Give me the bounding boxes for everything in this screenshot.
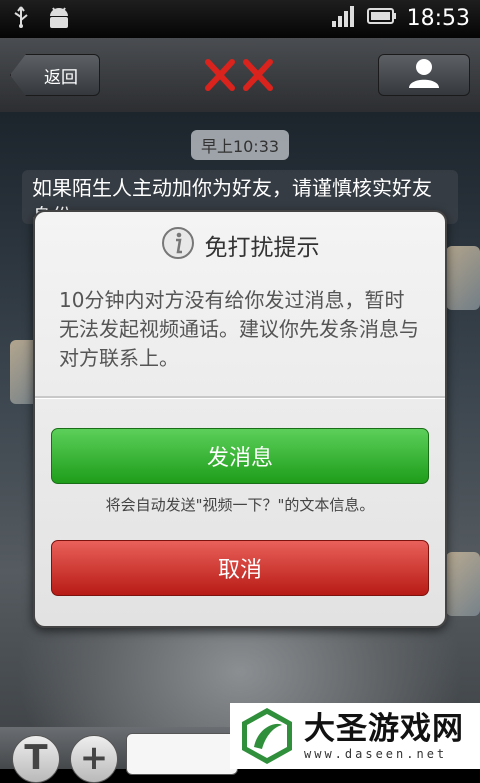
- watermark: 大圣游戏网 www.daseen.net: [230, 703, 480, 769]
- send-hint: 将会自动发送"视频一下？"的文本信息。: [105, 496, 375, 514]
- dialog-title: 免打扰提示: [204, 235, 320, 261]
- plus-icon[interactable]: +: [70, 735, 118, 783]
- person-icon: [407, 57, 441, 93]
- send-message-button[interactable]: 发消息: [51, 428, 429, 484]
- watermark-name: 大圣游戏网: [304, 711, 464, 747]
- status-bar: 18:53: [0, 0, 480, 38]
- watermark-logo-icon: [236, 705, 298, 767]
- profile-button[interactable]: [378, 54, 470, 96]
- battery-icon: [366, 6, 397, 30]
- avatar[interactable]: [446, 552, 480, 616]
- dialog-message: 10分钟内对方没有给你发过消息，暂时无法发起视频通话。建议你先发条消息与对方联系…: [59, 288, 419, 370]
- cancel-button[interactable]: 取消: [51, 540, 429, 596]
- watermark-url: www.daseen.net: [304, 747, 448, 761]
- info-icon: [161, 226, 195, 264]
- do-not-disturb-dialog: 免打扰提示 10分钟内对方没有给你发过消息，暂时无法发起视频通话。建议你先发条消…: [33, 210, 447, 628]
- usb-icon: [12, 5, 30, 37]
- message-timestamp: 早上10:33: [191, 130, 289, 160]
- title-bar: 返回: [0, 38, 480, 113]
- text-toggle-icon[interactable]: T: [12, 735, 60, 783]
- contact-name: [200, 50, 280, 100]
- back-button[interactable]: 返回: [10, 54, 100, 96]
- android-icon: [46, 7, 72, 35]
- signal-icon: [331, 4, 357, 32]
- divider: [35, 396, 445, 399]
- avatar[interactable]: [446, 246, 480, 310]
- clock: 18:53: [406, 5, 470, 31]
